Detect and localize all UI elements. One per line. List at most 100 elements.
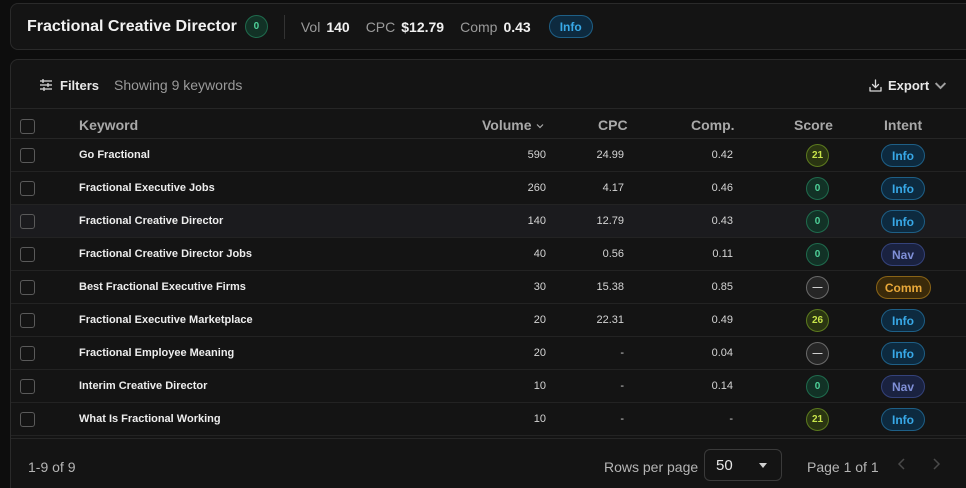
keyword-cell[interactable]: Fractional Creative Director Jobs xyxy=(79,248,252,260)
chevron-left-icon[interactable] xyxy=(894,456,910,472)
table-row[interactable]: Interim Creative Director 10 - 0.14 0 Nav xyxy=(11,370,966,403)
cpc-cell: 24.99 xyxy=(596,149,624,161)
divider xyxy=(283,14,285,39)
volume-cell: 20 xyxy=(533,347,546,359)
row-checkbox[interactable] xyxy=(20,379,35,394)
cpc-cell: - xyxy=(620,413,624,425)
comp-cell: 0.43 xyxy=(711,215,733,227)
volume-cell: 10 xyxy=(533,380,546,392)
select-all-checkbox[interactable] xyxy=(20,119,35,134)
score-badge: 0 xyxy=(244,15,268,38)
intent-badge: Info xyxy=(881,177,925,200)
vol-label: Vol xyxy=(300,18,321,35)
table-row[interactable]: Best Fractional Executive Firms 30 15.38 0.… xyxy=(11,271,966,304)
keyword-cell[interactable]: Fractional Creative Director xyxy=(79,215,223,227)
intent-badge: Info xyxy=(881,144,925,167)
cpc-cell: - xyxy=(620,380,624,392)
comp-cell: - xyxy=(729,413,733,425)
export-button[interactable]: Export xyxy=(869,75,947,95)
row-checkbox[interactable] xyxy=(20,247,35,262)
keyword-cell[interactable]: Fractional Executive Jobs xyxy=(79,182,215,194)
chevron-right-icon[interactable] xyxy=(928,456,944,472)
intent-badge: Nav xyxy=(881,243,925,266)
column-header-score[interactable]: Score xyxy=(794,117,833,133)
volume-cell: 20 xyxy=(533,314,546,326)
volume-cell: 260 xyxy=(527,182,546,194)
sort-chevron-down-icon xyxy=(536,124,544,129)
column-header-comp[interactable]: Comp. xyxy=(691,117,735,133)
score-badge: 21 xyxy=(806,408,829,431)
page-indicator: Page 1 of 1 xyxy=(807,459,879,475)
score-badge: 21 xyxy=(806,144,829,167)
comp-cell: 0.11 xyxy=(712,248,733,260)
export-label: Export xyxy=(888,77,930,93)
keyword-summary-header: Fractional Creative Director 0 Vol 140 C… xyxy=(10,3,966,50)
result-count: Showing 9 keywords xyxy=(114,77,243,93)
row-checkbox[interactable] xyxy=(20,313,35,328)
score-badge: 0 xyxy=(806,243,829,266)
row-checkbox[interactable] xyxy=(20,346,35,361)
row-checkbox[interactable] xyxy=(20,280,35,295)
keyword-cell[interactable]: Interim Creative Director xyxy=(79,380,207,392)
volume-cell: 140 xyxy=(527,215,546,227)
row-checkbox[interactable] xyxy=(20,412,35,427)
table-row[interactable]: Fractional Employee Meaning 20 - 0.04 — Info xyxy=(11,337,966,370)
comp-cell: 0.14 xyxy=(711,380,733,392)
column-header-intent[interactable]: Intent xyxy=(884,117,922,133)
table-row[interactable]: Fractional Creative Director 140 12.79 0.43… xyxy=(11,205,966,238)
table-header: Keyword Volume CPC Comp. Score Intent xyxy=(11,109,966,139)
column-header-keyword[interactable]: Keyword xyxy=(79,117,138,133)
cpc-cell: 4.17 xyxy=(602,182,624,194)
score-badge: 0 xyxy=(806,177,829,200)
caret-down-icon xyxy=(759,463,767,468)
rows-per-page-value: 50 xyxy=(716,456,733,474)
comp-cell: 0.46 xyxy=(711,182,733,194)
intent-badge: Comm xyxy=(876,276,931,299)
vol-value: 140 xyxy=(326,18,350,35)
cpc-cell: 22.31 xyxy=(596,314,624,326)
intent-badge: Nav xyxy=(881,375,925,398)
sliders-icon xyxy=(40,79,52,91)
cpc-label: CPC xyxy=(365,18,396,35)
cpc-value: $12.79 xyxy=(401,18,445,35)
pagination-footer: 1-9 of 9 Rows per page 50 Page 1 of 1 xyxy=(11,438,966,488)
page-title: Fractional Creative Director xyxy=(27,17,237,35)
rows-per-page-select[interactable]: 50 xyxy=(704,449,782,481)
chevron-down-icon xyxy=(935,81,947,89)
filters-button[interactable]: Filters xyxy=(39,74,99,96)
table-toolbar: Filters Showing 9 keywords Export xyxy=(11,60,966,109)
keywords-panel: Filters Showing 9 keywords Export Keywor… xyxy=(10,59,966,488)
pagination-range: 1-9 of 9 xyxy=(28,459,76,475)
comp-cell: 0.04 xyxy=(711,347,733,359)
keyword-cell[interactable]: Fractional Executive Marketplace xyxy=(79,314,253,326)
table-row[interactable]: Fractional Executive Marketplace 20 22.31 0… xyxy=(11,304,966,337)
keyword-cell[interactable]: What Is Fractional Working xyxy=(79,413,221,425)
keyword-cell[interactable]: Best Fractional Executive Firms xyxy=(79,281,246,293)
cpc-cell: - xyxy=(620,347,624,359)
filters-label: Filters xyxy=(60,77,100,93)
score-badge: 26 xyxy=(806,309,829,332)
table-row[interactable]: Go Fractional 590 24.99 0.42 21 Info xyxy=(11,139,966,172)
score-badge: — xyxy=(806,342,829,365)
rows-per-page-label: Rows per page xyxy=(604,459,699,475)
score-badge: 0 xyxy=(806,210,829,233)
score-badge: — xyxy=(806,276,829,299)
table-row[interactable]: Fractional Executive Jobs 260 4.17 0.46 0 Inf… xyxy=(11,172,966,205)
intent-badge: Info xyxy=(548,15,593,38)
volume-header-label: Volume xyxy=(482,117,532,133)
table-row[interactable]: Fractional Creative Director Jobs 40 0.56 0… xyxy=(11,238,966,271)
keyword-cell[interactable]: Fractional Employee Meaning xyxy=(79,347,234,359)
score-badge: 0 xyxy=(806,375,829,398)
table-row[interactable]: What Is Fractional Working 10 - - 21 Info xyxy=(11,403,966,436)
row-checkbox[interactable] xyxy=(20,148,35,163)
comp-cell: 0.42 xyxy=(711,149,733,161)
column-header-volume[interactable]: Volume xyxy=(482,117,544,133)
comp-cell: 0.85 xyxy=(711,281,733,293)
intent-badge: Info xyxy=(881,210,925,233)
keyword-cell[interactable]: Go Fractional xyxy=(79,149,150,161)
intent-badge: Info xyxy=(881,408,925,431)
row-checkbox[interactable] xyxy=(20,214,35,229)
row-checkbox[interactable] xyxy=(20,181,35,196)
column-header-cpc[interactable]: CPC xyxy=(598,117,628,133)
cpc-cell: 0.56 xyxy=(602,248,624,260)
